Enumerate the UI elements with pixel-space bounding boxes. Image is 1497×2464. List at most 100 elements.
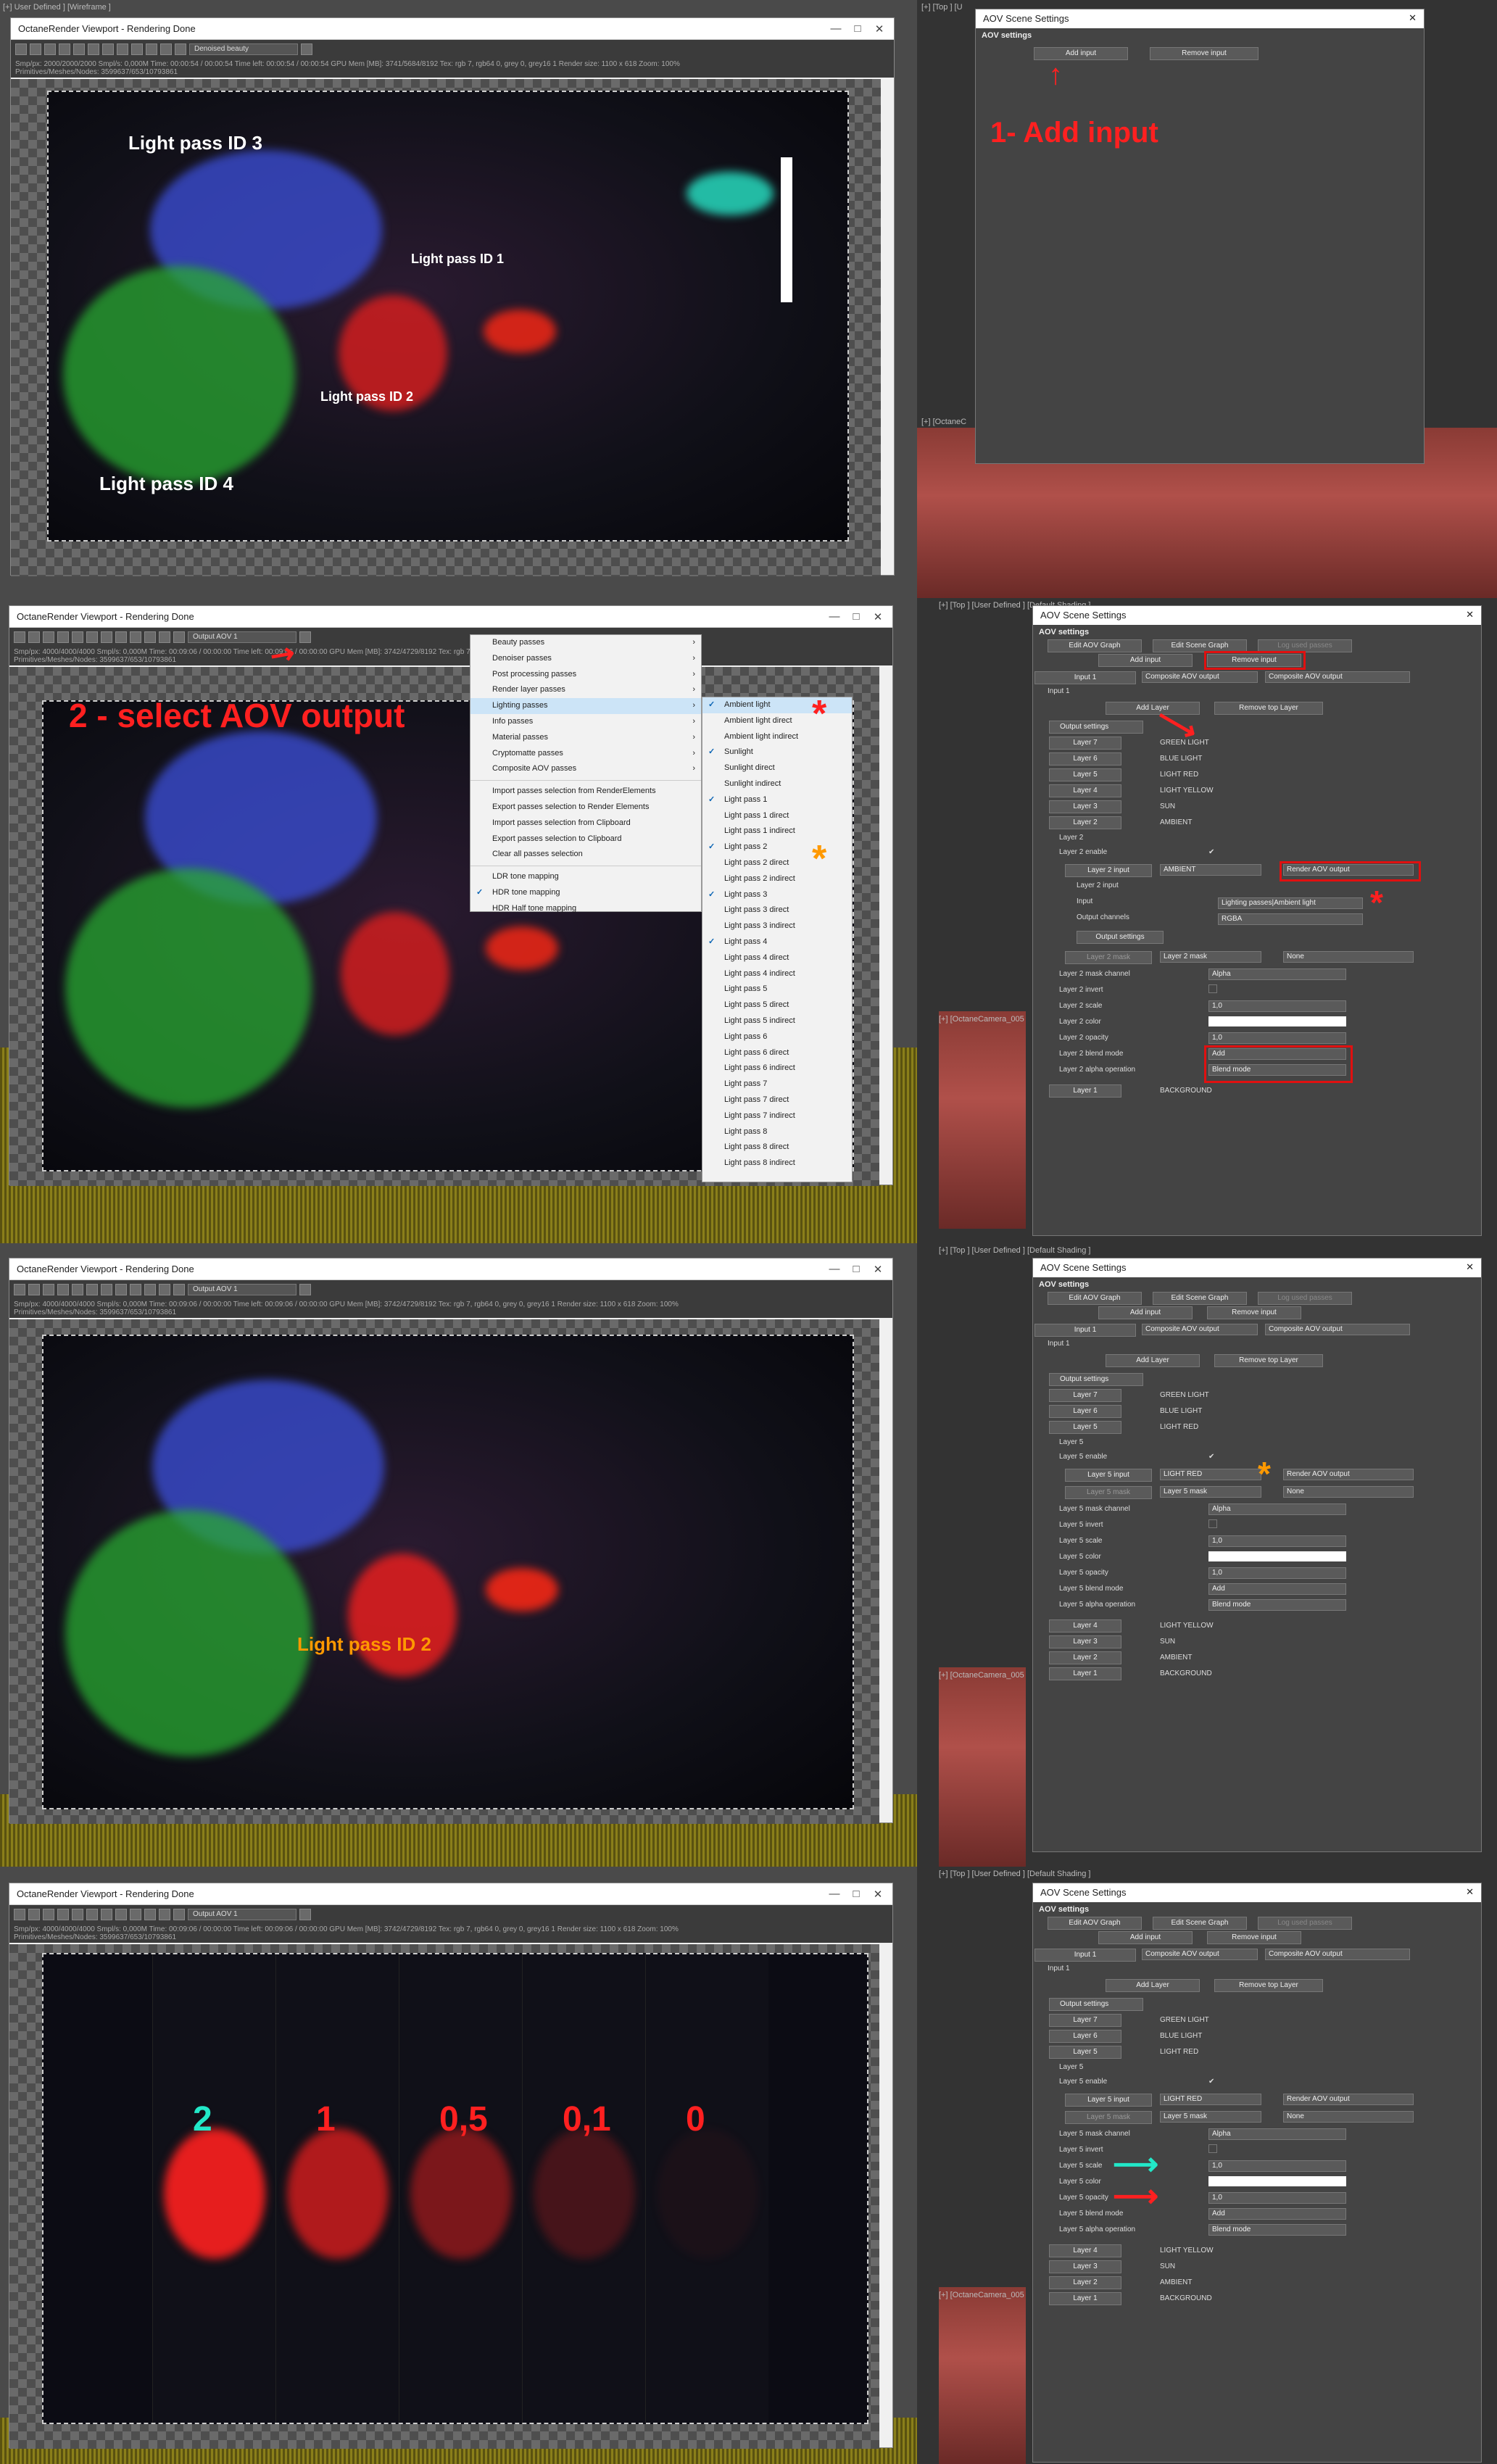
menu-item[interactable]: Info passes ›	[470, 714, 701, 730]
submenu-item[interactable]: ✓ Sunlight	[702, 744, 852, 760]
layer-mask-value[interactable]: Layer 5 mask	[1160, 2111, 1261, 2123]
submenu-item[interactable]: Light pass 6	[702, 1029, 852, 1045]
aov-section-header[interactable]: AOV settings	[1033, 1277, 1481, 1292]
layer-button[interactable]: Layer 2	[1049, 1651, 1121, 1664]
toolbar-icon[interactable]	[28, 1284, 40, 1295]
add-input-button[interactable]: Add input	[1098, 1306, 1193, 1319]
right-viewport-label[interactable]: [+] [Top ] [U	[921, 3, 963, 12]
menu-item[interactable]: Clear all passes selection	[470, 847, 701, 863]
menu-item[interactable]: Render layer passes ›	[470, 682, 701, 698]
toolbar-icon[interactable]	[14, 631, 25, 643]
layer-button[interactable]: Layer 5	[1049, 1421, 1121, 1434]
layer-mask-none-select[interactable]: None	[1283, 951, 1414, 963]
toolbar-icon[interactable]	[101, 631, 112, 643]
menu-item[interactable]: Post processing passes ›	[470, 667, 701, 683]
menu-item[interactable]: Denoiser passes ›	[470, 651, 701, 667]
submenu-item[interactable]: Light pass 8	[702, 1124, 852, 1140]
maximize-icon[interactable]: □	[849, 1263, 863, 1275]
composite-aov-select[interactable]: Composite AOV output	[1142, 1324, 1258, 1335]
layer-property-value[interactable]: 1,0	[1208, 1567, 1346, 1579]
layer-button[interactable]: Layer 4	[1049, 784, 1121, 797]
toolbar-icon[interactable]	[44, 43, 56, 55]
toolbar-icon[interactable]	[299, 1909, 311, 1920]
remove-input-button[interactable]: Remove input	[1207, 1931, 1301, 1944]
layer-button[interactable]: Layer 7	[1049, 1389, 1121, 1402]
menu-item[interactable]: Export passes selection to Render Elemen…	[470, 800, 701, 816]
toolbar-icon[interactable]	[299, 631, 311, 643]
close-icon[interactable]: ✕	[1466, 1261, 1474, 1273]
menu-item[interactable]: Import passes selection from Clipboard	[470, 816, 701, 831]
viewport-label[interactable]: [+] User Defined ] [Wireframe ]	[3, 3, 111, 12]
layer-button[interactable]: Layer 4	[1049, 2244, 1121, 2257]
toolbar-icon[interactable]	[115, 631, 127, 643]
composite-aov-select[interactable]: Composite AOV output	[1265, 1949, 1410, 1960]
camera-viewport-label[interactable]: [+] [OctaneCamera_005	[939, 2291, 1024, 2299]
submenu-item[interactable]: Light pass 4 indirect	[702, 966, 852, 982]
submenu-item[interactable]: Light pass 5 indirect	[702, 1013, 852, 1029]
toolbar-icon[interactable]	[72, 631, 83, 643]
toolbar-icon[interactable]	[30, 43, 41, 55]
toolbar-icon[interactable]	[144, 631, 156, 643]
add-input-button[interactable]: Add input	[1098, 1931, 1193, 1944]
toolbar-icon[interactable]	[115, 1909, 127, 1920]
layer-button[interactable]: Layer 1	[1049, 1667, 1121, 1680]
submenu-item[interactable]: Light pass 8 direct	[702, 1140, 852, 1156]
aov-section-header[interactable]: AOV settings	[976, 28, 1424, 43]
layer-mask-none-select[interactable]: None	[1283, 2111, 1414, 2123]
toolbar-icon[interactable]	[14, 1284, 25, 1295]
invert-checkbox[interactable]	[1208, 2144, 1217, 2153]
output-channels-select[interactable]: RGBA	[1218, 913, 1363, 925]
layer-button[interactable]: Layer 6	[1049, 2030, 1121, 2043]
submenu-item[interactable]: Light pass 7 indirect	[702, 1108, 852, 1124]
toolbar-icon[interactable]	[28, 1909, 40, 1920]
remove-input-button[interactable]: Remove input	[1150, 47, 1258, 60]
log-used-passes-button[interactable]: Log used passes	[1258, 1917, 1352, 1930]
minimize-icon[interactable]: —	[827, 1263, 842, 1275]
toolbar-icon[interactable]	[57, 631, 69, 643]
layer-button[interactable]: Layer 6	[1049, 1405, 1121, 1418]
submenu-item[interactable]: Ambient light direct	[702, 713, 852, 729]
menu-item[interactable]: Export passes selection to Clipboard	[470, 831, 701, 847]
edit-aov-graph-button[interactable]: Edit AOV Graph	[1048, 639, 1142, 652]
remove-top-layer-button[interactable]: Remove top Layer	[1214, 1979, 1323, 1992]
layer-property-value[interactable]: Add	[1208, 2208, 1346, 2220]
submenu-item[interactable]: Light pass 5	[702, 982, 852, 997]
camera-viewport-label[interactable]: [+] [OctaneC	[921, 418, 966, 426]
add-layer-button[interactable]: Add Layer	[1106, 1979, 1200, 1992]
layer-button[interactable]: Layer 7	[1049, 2014, 1121, 2027]
output-settings-button[interactable]: Output settings	[1049, 1373, 1143, 1386]
minimize-icon[interactable]: —	[827, 610, 842, 623]
gear-icon[interactable]	[173, 1909, 185, 1920]
layer-mask-button[interactable]: Layer 5 mask	[1065, 1486, 1152, 1499]
submenu-item[interactable]: Light pass 6 direct	[702, 1045, 852, 1061]
maximize-icon[interactable]: □	[850, 22, 865, 35]
toolbar-icon[interactable]	[101, 1909, 112, 1920]
toolbar-icon[interactable]	[86, 631, 98, 643]
layer-input-button[interactable]: Layer 2 input	[1065, 864, 1152, 877]
layer-button[interactable]: Layer 3	[1049, 800, 1121, 813]
minimize-icon[interactable]: —	[829, 22, 843, 35]
submenu-item[interactable]: Light pass 2 indirect	[702, 871, 852, 887]
submenu-item[interactable]: Light pass 7 direct	[702, 1092, 852, 1108]
toolbar-icon[interactable]	[130, 1284, 141, 1295]
layer-property-value[interactable]: 1,0	[1208, 2160, 1346, 2172]
submenu-item[interactable]: Light pass 3 direct	[702, 903, 852, 918]
gear-icon[interactable]	[175, 43, 186, 55]
toolbar-icon[interactable]	[28, 631, 40, 643]
composite-aov-select[interactable]: Composite AOV output	[1142, 1949, 1258, 1960]
gear-icon[interactable]	[173, 631, 185, 643]
input-1-tab[interactable]: Input 1	[1034, 1324, 1136, 1337]
layer-button[interactable]: Layer 1	[1049, 1084, 1121, 1098]
submenu-item[interactable]: ✓ Light pass 2	[702, 839, 852, 855]
composite-aov-select[interactable]: Composite AOV output	[1265, 1324, 1410, 1335]
layer-button[interactable]: Layer 3	[1049, 1635, 1121, 1648]
layer-property-value[interactable]: 1,0	[1208, 1535, 1346, 1547]
layer-property-value[interactable]: 1,0	[1208, 1000, 1346, 1012]
submenu-item[interactable]: ✓ Ambient light	[702, 697, 852, 713]
toolbar-icon[interactable]	[57, 1284, 69, 1295]
close-icon[interactable]: ✕	[871, 610, 885, 623]
menu-item[interactable]: ✓ HDR tone mapping	[470, 885, 701, 901]
submenu-item[interactable]: ✓ Light pass 4	[702, 934, 852, 950]
toolbar-icon[interactable]	[159, 1909, 170, 1920]
toolbar-icon[interactable]	[144, 1284, 156, 1295]
